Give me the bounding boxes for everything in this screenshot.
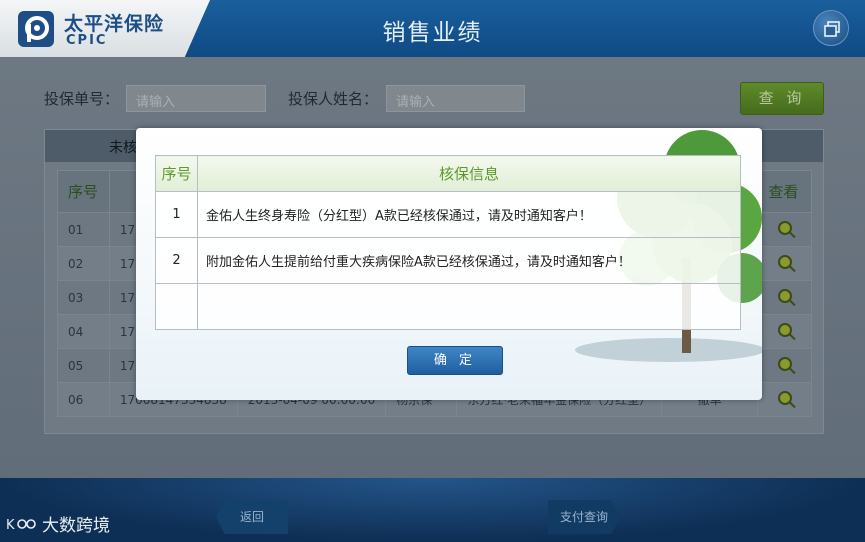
watermark: K 大数跨境: [6, 511, 110, 536]
col-index-header: 序号: [155, 155, 198, 192]
confirm-button[interactable]: 确 定: [407, 346, 503, 375]
tab-pending[interactable]: 未核: [109, 137, 137, 157]
app-header: 太平洋保险 CPIC 销售业绩: [0, 0, 865, 57]
col-info-header: 核保信息: [197, 155, 741, 192]
page-title: 销售业绩: [382, 20, 483, 46]
table-row: 2 附加金佑人生提前给付重大疾病保险A款已经核保通过，请及时通知客户！: [155, 237, 741, 284]
restore-window-icon: [824, 21, 840, 37]
policy-no-input[interactable]: 请输入: [126, 85, 266, 112]
underwriting-dialog: 序号 核保信息 1 金佑人生终身寿险（分红型）A款已经核保通过，请及时通知客户！…: [136, 128, 762, 400]
search-icon[interactable]: [777, 289, 792, 303]
holder-name-label: 投保人姓名：: [288, 90, 379, 108]
holder-name-input[interactable]: 请输入: [386, 85, 525, 112]
search-icon[interactable]: [777, 221, 792, 235]
footer-bar: 返回 支付查询: [0, 478, 865, 542]
col-index-header: 序号: [57, 170, 110, 213]
pay-query-button[interactable]: 支付查询: [548, 500, 620, 534]
policy-no-label: 投保单号：: [44, 90, 120, 108]
svg-text:K: K: [6, 518, 15, 532]
watermark-text: 大数跨境: [42, 516, 110, 536]
search-icon[interactable]: [777, 323, 792, 337]
back-button[interactable]: 返回: [216, 500, 288, 534]
underwriting-info-table: 序号 核保信息 1 金佑人生终身寿险（分红型）A款已经核保通过，请及时通知客户！…: [155, 155, 741, 330]
table-row: [155, 283, 741, 330]
search-icon[interactable]: [777, 391, 792, 405]
search-icon[interactable]: [777, 255, 792, 269]
modal-header-row: 序号 核保信息: [155, 155, 741, 192]
window-toggle-button[interactable]: [813, 10, 849, 46]
watermark-logo-icon: K: [6, 518, 36, 532]
col-view-header: 查看: [757, 170, 812, 213]
search-icon[interactable]: [777, 357, 792, 371]
table-row: 1 金佑人生终身寿险（分红型）A款已经核保通过，请及时通知客户！: [155, 191, 741, 238]
query-button[interactable]: 查 询: [740, 82, 824, 115]
